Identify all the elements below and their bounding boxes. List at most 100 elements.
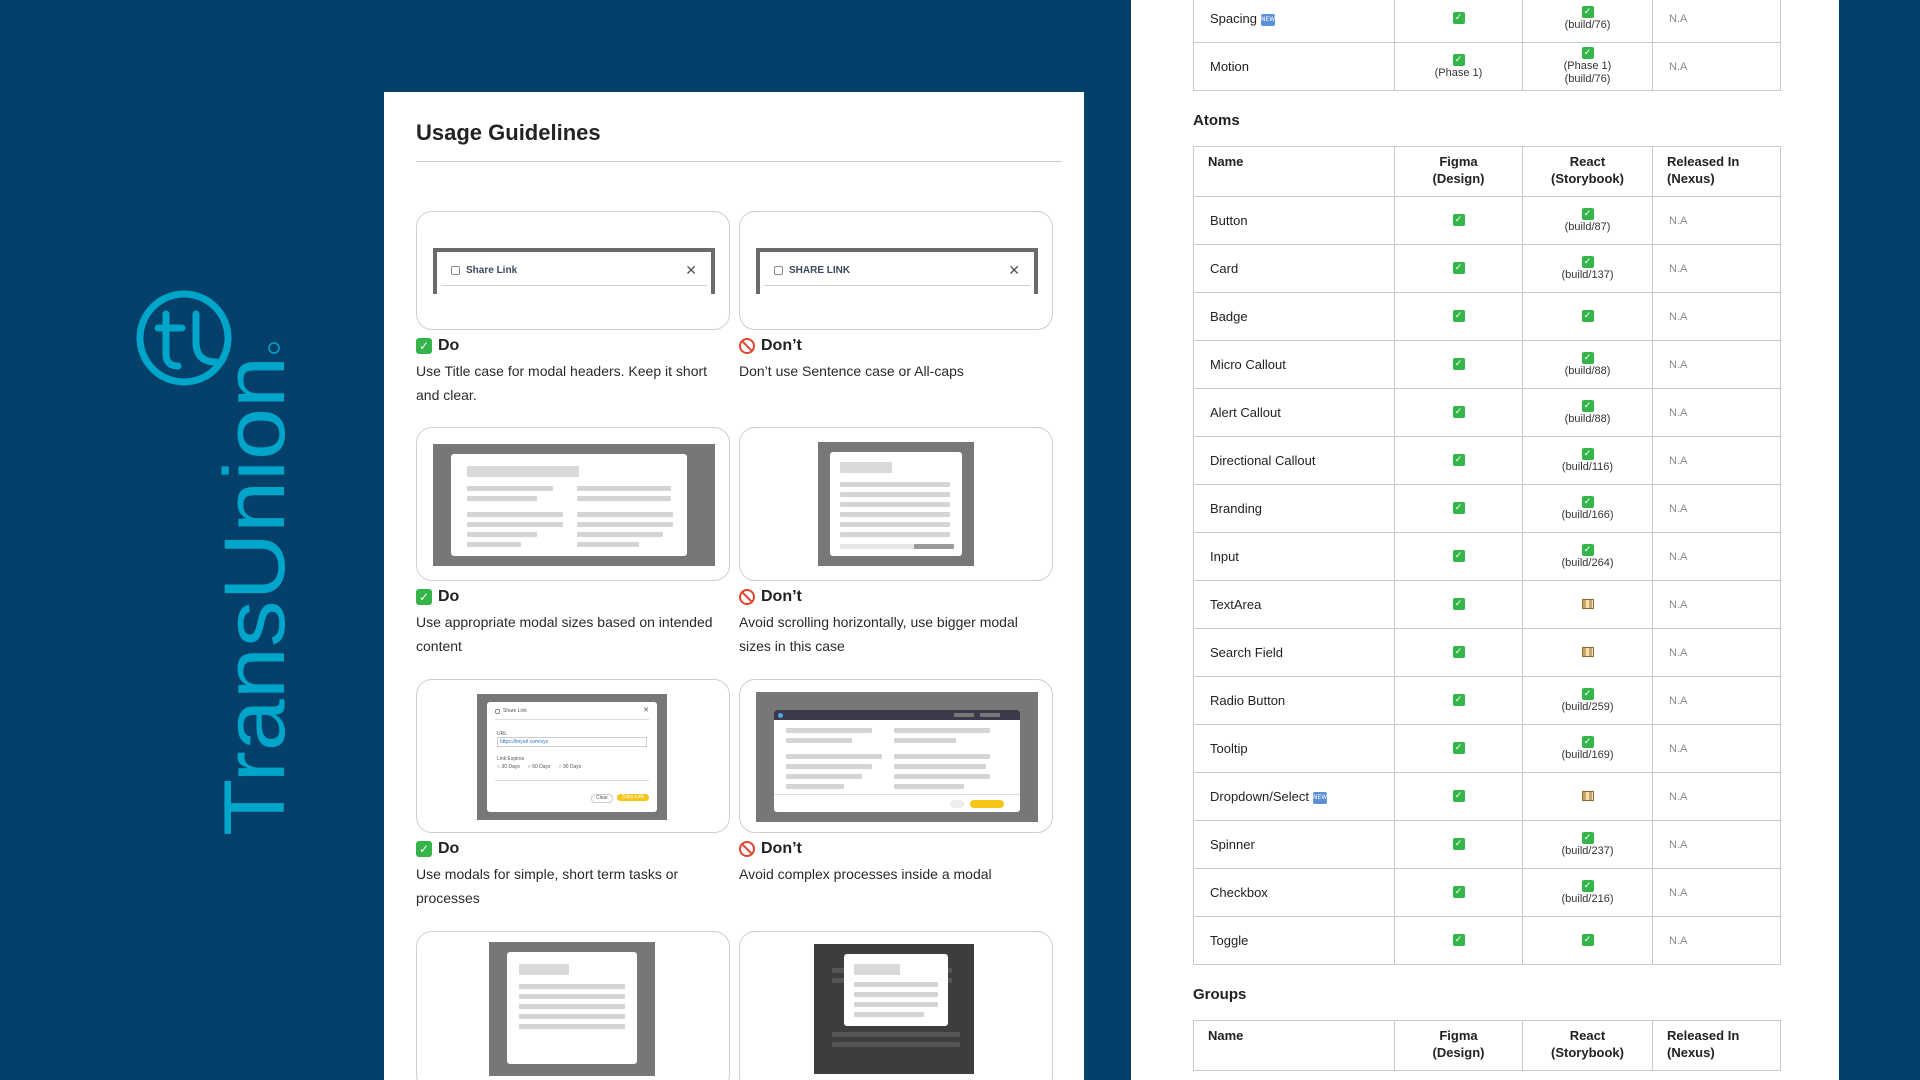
guideline-item: SHARE LINK ✕ Don’t Don’t use Sentence cas… <box>739 211 1053 383</box>
check-icon: ✓ <box>1581 47 1594 60</box>
component-name: Search Field <box>1210 645 1283 660</box>
example-card <box>739 427 1053 581</box>
verdict-label: Don’t <box>761 588 802 605</box>
modal-size-preview <box>433 444 715 566</box>
component-name: TextArea <box>1210 597 1262 612</box>
guidelines-title: Usage Guidelines <box>416 120 601 145</box>
table-row: Toggle ✓ ✓ N.A <box>1193 916 1781 965</box>
check-icon: ✓ <box>1452 886 1465 899</box>
table-row: Directional Callout ✓ ✓ (build/116) N.A <box>1193 436 1781 485</box>
preview-title: Share Link <box>503 708 527 714</box>
component-name: Input <box>1210 549 1239 564</box>
component-name: Motion <box>1210 59 1250 74</box>
modal-header-preview: Share Link ✕ <box>433 248 715 294</box>
table-row: Input ✓ ✓ (build/264) N.A <box>1193 532 1781 581</box>
nexus-status: N.A <box>1652 580 1781 629</box>
check-icon: ✓ <box>1452 214 1465 227</box>
in-progress-icon <box>1581 647 1594 658</box>
nexus-status: N.A <box>1652 340 1781 389</box>
guideline-item <box>416 931 730 1080</box>
usage-guidelines-panel: Usage Guidelines Share Link ✕ ✓ Do Use Tit… <box>384 92 1084 1080</box>
table-row: Micro Callout ✓ ✓ (build/88) N.A <box>1193 340 1781 389</box>
component-name: Alert Callout <box>1210 405 1281 420</box>
guideline-text: Don’t use Sentence case or All-caps <box>739 363 964 379</box>
col-react: React (Storybook) <box>1522 1020 1653 1071</box>
component-status-panel: Spacing NEW ✓ ✓ (build/76) N.A Motion ✓ (Ph… <box>1131 0 1839 1080</box>
check-icon: ✓ <box>1452 934 1465 947</box>
close-icon: ✕ <box>685 262 697 278</box>
col-nexus: Released In (Nexus) <box>1652 1020 1781 1071</box>
verdict-label: Do <box>438 840 460 857</box>
react-build: (Phase 1) (build/76) <box>1563 60 1612 85</box>
check-icon: ✓ <box>1581 831 1594 844</box>
guideline-item: Share Link ✕ ✓ Do Use Title case for modal… <box>416 211 730 407</box>
preview-title: SHARE LINK <box>789 265 851 276</box>
guideline-item <box>739 931 1053 1080</box>
check-icon: ✓ <box>416 338 432 354</box>
guideline-item: Share Link ✕ URL https://tinyurl.com/xyz… <box>416 679 730 910</box>
copy-button-preview: Copy Link <box>616 794 649 801</box>
table-row: Dropdown/Select NEW ✓ N.A <box>1193 772 1781 821</box>
nexus-status: N.A <box>1652 628 1781 677</box>
guideline-item: Don’t Avoid scrolling horizontally, use … <box>739 427 1053 658</box>
col-figma: Figma (Design) <box>1394 1020 1523 1071</box>
check-icon: ✓ <box>416 841 432 857</box>
check-icon: ✓ <box>1452 838 1465 851</box>
overlay-modal-preview <box>814 944 974 1074</box>
atoms-section-title: Atoms <box>1193 112 1240 129</box>
share-link-modal-preview: Share Link ✕ URL https://tinyurl.com/xyz… <box>477 694 667 820</box>
check-icon: ✓ <box>1581 5 1594 18</box>
in-progress-icon <box>1581 791 1594 802</box>
nexus-status: N.A <box>1652 724 1781 773</box>
react-build: (build/237) <box>1561 844 1614 857</box>
foundations-table: Spacing NEW ✓ ✓ (build/76) N.A Motion ✓ (Ph… <box>1193 0 1781 91</box>
guideline-text: Avoid scrolling horizontally, use bigger… <box>739 614 1018 654</box>
react-build: (build/259) <box>1561 700 1614 713</box>
check-icon: ✓ <box>1581 351 1594 364</box>
table-row: Button ✓ ✓ (build/87) N.A <box>1193 196 1781 245</box>
check-icon: ✓ <box>1581 543 1594 556</box>
col-figma: Figma (Design) <box>1394 146 1523 197</box>
option-label: 60 Days <box>532 764 551 770</box>
url-field: https://tinyurl.com/xyz <box>497 737 647 747</box>
component-name: Button <box>1210 213 1248 228</box>
expires-label: Link Expires <box>497 756 525 762</box>
verdict-label: Don’t <box>761 840 802 857</box>
guideline-text: Use Title case for modal headers. Keep i… <box>416 363 708 403</box>
prohibited-icon <box>739 841 755 857</box>
component-name: Micro Callout <box>1210 357 1286 372</box>
check-icon: ✓ <box>1581 399 1594 412</box>
check-icon: ✓ <box>1581 447 1594 460</box>
check-icon: ✓ <box>1581 255 1594 268</box>
component-name: Branding <box>1210 501 1263 516</box>
option-label: 90 Days <box>562 764 582 770</box>
example-card: SHARE LINK ✕ <box>739 211 1053 330</box>
col-name: Name <box>1193 1020 1395 1071</box>
clear-button-preview: Clear <box>591 794 613 803</box>
react-build: (build/87) <box>1564 220 1611 233</box>
check-icon: ✓ <box>1581 687 1594 700</box>
verdict-label: Do <box>438 588 460 605</box>
check-icon: ✓ <box>1452 502 1465 515</box>
table-row: Motion ✓ (Phase 1) ✓ (Phase 1) (build/76) … <box>1193 42 1781 91</box>
check-icon: ✓ <box>1581 207 1594 220</box>
component-name: Dropdown/Select <box>1210 789 1309 804</box>
component-name: Radio Button <box>1210 693 1286 708</box>
brand-wordmark: TransUnion <box>207 356 303 836</box>
col-nexus: Released In (Nexus) <box>1652 146 1781 197</box>
table-row: Search Field ✓ N.A <box>1193 628 1781 677</box>
check-icon: ✓ <box>1581 879 1594 892</box>
check-icon: ✓ <box>1581 934 1594 947</box>
component-name: Spacing <box>1210 11 1257 26</box>
check-icon: ✓ <box>1452 310 1465 323</box>
transunion-logo: TransUnion <box>136 290 303 836</box>
nexus-status: N.A <box>1652 676 1781 725</box>
nexus-status: N.A <box>1652 244 1781 293</box>
check-icon: ✓ <box>1452 454 1465 467</box>
nexus-status: N.A <box>1652 532 1781 581</box>
guideline-text: Use appropriate modal sizes based on int… <box>416 614 713 654</box>
table-row: Branding ✓ ✓ (build/166) N.A <box>1193 484 1781 533</box>
new-icon: NEW <box>1313 791 1327 804</box>
react-build: (build/166) <box>1561 508 1614 521</box>
nexus-status: N.A <box>1652 388 1781 437</box>
